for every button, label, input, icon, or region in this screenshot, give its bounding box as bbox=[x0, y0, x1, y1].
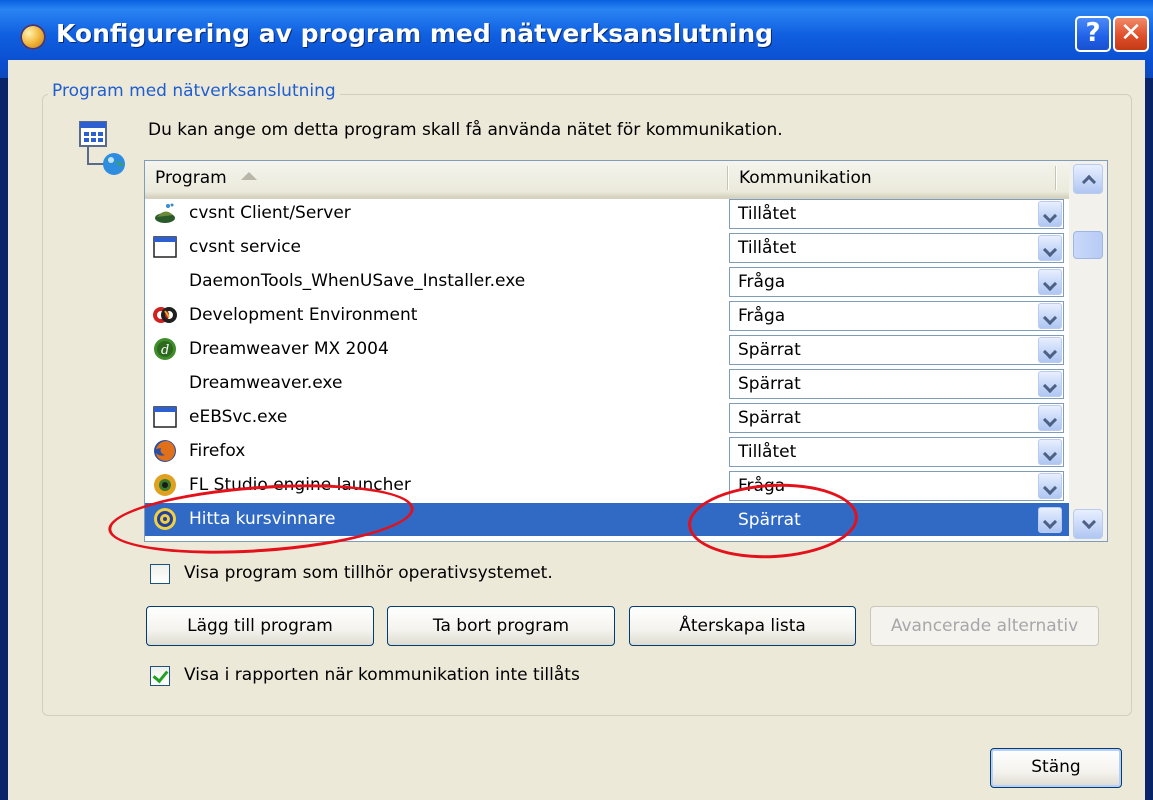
sort-ascending-icon bbox=[240, 172, 257, 180]
dropdown-value: Tillåtet bbox=[738, 204, 797, 224]
remove-program-button[interactable]: Ta bort program bbox=[387, 606, 615, 646]
report-blocked-checkbox[interactable] bbox=[150, 666, 170, 686]
chevron-down-icon[interactable] bbox=[1038, 303, 1062, 329]
scroll-down-button[interactable] bbox=[1073, 509, 1103, 539]
column-divider[interactable] bbox=[727, 166, 728, 190]
communication-dropdown[interactable]: Fråga bbox=[729, 301, 1064, 331]
cvsnt-icon bbox=[155, 203, 175, 223]
chevron-down-icon[interactable] bbox=[1038, 507, 1062, 533]
svg-text:d: d bbox=[161, 343, 169, 358]
communication-dropdown[interactable]: Spärrat bbox=[729, 403, 1064, 433]
list-row[interactable]: cvsnt Client/Server Tillåtet bbox=[145, 197, 1069, 230]
chevron-down-icon[interactable] bbox=[1038, 405, 1062, 431]
list-row[interactable]: eEBSvc.exe Spärrat bbox=[145, 401, 1069, 434]
report-blocked-label[interactable]: Visa i rapporten när kommunikation inte … bbox=[184, 665, 580, 685]
list-row[interactable]: Development Environment Fråga bbox=[145, 299, 1069, 332]
chevron-down-icon[interactable] bbox=[1038, 473, 1062, 499]
app-icon bbox=[20, 24, 46, 50]
dropdown-value: Fråga bbox=[738, 272, 786, 292]
group-title: Program med nätverksanslutning bbox=[48, 81, 340, 101]
dropdown-value: Spärrat bbox=[738, 374, 801, 394]
list-header: Program Kommunikation bbox=[145, 161, 1069, 199]
dropdown-value: Spärrat bbox=[738, 340, 801, 360]
devenv-icon bbox=[153, 307, 177, 323]
dropdown-value: Tillåtet bbox=[738, 442, 797, 462]
chevron-down-icon[interactable] bbox=[1038, 337, 1062, 363]
firefox-icon bbox=[154, 440, 176, 462]
vertical-scrollbar[interactable] bbox=[1069, 161, 1107, 541]
network-program-icon bbox=[79, 121, 125, 175]
list-row[interactable]: cvsnt service Tillåtet bbox=[145, 231, 1069, 264]
scroll-up-button[interactable] bbox=[1073, 164, 1103, 194]
communication-dropdown[interactable]: Spärrat bbox=[729, 369, 1064, 399]
program-name: Firefox bbox=[189, 441, 246, 461]
dreamweaver-icon: d bbox=[154, 338, 176, 360]
dropdown-value: Tillåtet bbox=[738, 238, 797, 258]
program-name: Dreamweaver.exe bbox=[189, 373, 343, 393]
program-name: DaemonTools_WhenUSave_Installer.exe bbox=[189, 271, 526, 291]
list-row[interactable]: DaemonTools_WhenUSave_Installer.exe Fråg… bbox=[145, 265, 1069, 298]
program-name: cvsnt service bbox=[189, 237, 302, 257]
dialog-window: Konfigurering av program med nätverksans… bbox=[0, 0, 1153, 800]
dropdown-value: Spärrat bbox=[738, 408, 801, 428]
window-icon bbox=[153, 406, 177, 428]
column-header-program[interactable]: Program bbox=[155, 161, 257, 195]
column-divider[interactable] bbox=[1055, 166, 1056, 190]
communication-dropdown[interactable]: Spärrat bbox=[729, 335, 1064, 365]
list-row[interactable]: d Dreamweaver MX 2004 Spärrat bbox=[145, 333, 1069, 366]
program-name: eEBSvc.exe bbox=[189, 407, 288, 427]
program-name: Development Environment bbox=[189, 305, 418, 325]
dialog-body: Program med nätverksanslutning Du kan an… bbox=[8, 60, 1145, 800]
window-title: Konfigurering av program med nätverksans… bbox=[56, 19, 774, 48]
program-name: cvsnt Client/Server bbox=[189, 203, 351, 223]
chevron-down-icon[interactable] bbox=[1038, 269, 1062, 295]
close-window-button[interactable]: ✕ bbox=[1113, 16, 1149, 52]
program-name: Dreamweaver MX 2004 bbox=[189, 339, 389, 359]
communication-dropdown[interactable]: Fråga bbox=[729, 267, 1064, 297]
column-program-label: Program bbox=[155, 168, 227, 188]
dropdown-value: Fråga bbox=[738, 306, 786, 326]
show-os-programs-label[interactable]: Visa program som tillhör operativsysteme… bbox=[184, 563, 553, 583]
chevron-down-icon[interactable] bbox=[1038, 439, 1062, 465]
show-os-programs-checkbox[interactable] bbox=[150, 564, 170, 584]
communication-dropdown[interactable]: Tillåtet bbox=[729, 437, 1064, 467]
close-button[interactable]: Stäng bbox=[990, 748, 1122, 788]
window-icon bbox=[153, 236, 177, 258]
description-text: Du kan ange om detta program skall få an… bbox=[148, 120, 783, 140]
list-row[interactable]: Firefox Tillåtet bbox=[145, 435, 1069, 468]
add-program-button[interactable]: Lägg till program bbox=[146, 606, 374, 646]
chevron-down-icon[interactable] bbox=[1038, 371, 1062, 397]
communication-dropdown[interactable]: Tillåtet bbox=[729, 199, 1064, 229]
help-button[interactable]: ? bbox=[1075, 16, 1111, 52]
communication-dropdown[interactable]: Tillåtet bbox=[729, 233, 1064, 263]
scroll-thumb[interactable] bbox=[1073, 231, 1103, 259]
column-header-communication[interactable]: Kommunikation bbox=[739, 161, 872, 195]
flstudio-icon bbox=[154, 474, 176, 496]
advanced-options-button: Avancerade alternativ bbox=[870, 606, 1099, 646]
restore-list-button[interactable]: Återskapa lista bbox=[629, 606, 856, 646]
chevron-down-icon[interactable] bbox=[1038, 235, 1062, 261]
list-row[interactable]: Dreamweaver.exe Spärrat bbox=[145, 367, 1069, 400]
chevron-down-icon[interactable] bbox=[1038, 201, 1062, 227]
